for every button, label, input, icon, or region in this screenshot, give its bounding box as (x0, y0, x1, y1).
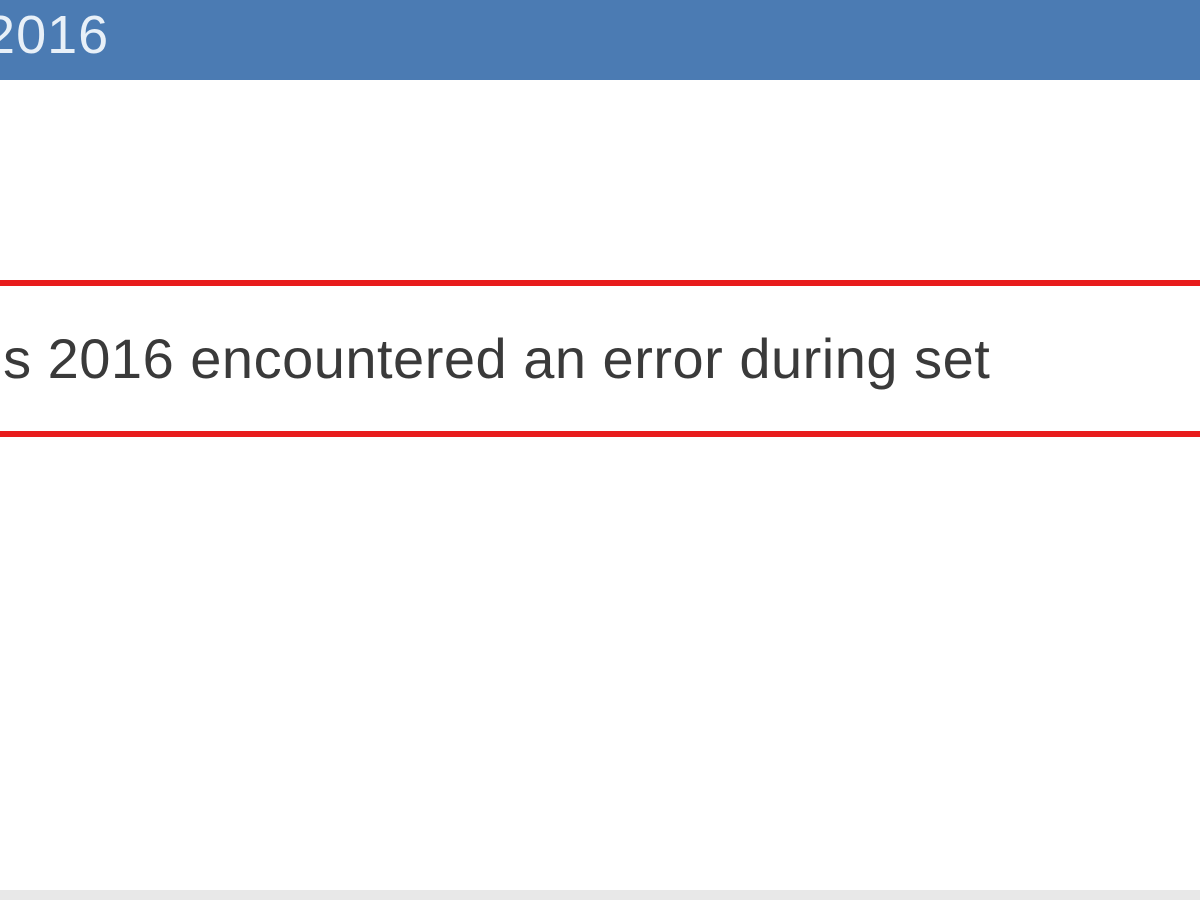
error-message: al Plus 2016 encountered an error during… (0, 327, 990, 390)
installer-dialog: Plus 2016 al Plus 2016 encountered an er… (0, 0, 1200, 890)
error-highlight-box: al Plus 2016 encountered an error during… (0, 280, 1200, 437)
title-bar: Plus 2016 (0, 0, 1200, 80)
dialog-title: Plus 2016 (0, 4, 109, 66)
content-area: al Plus 2016 encountered an error during… (0, 80, 1200, 890)
